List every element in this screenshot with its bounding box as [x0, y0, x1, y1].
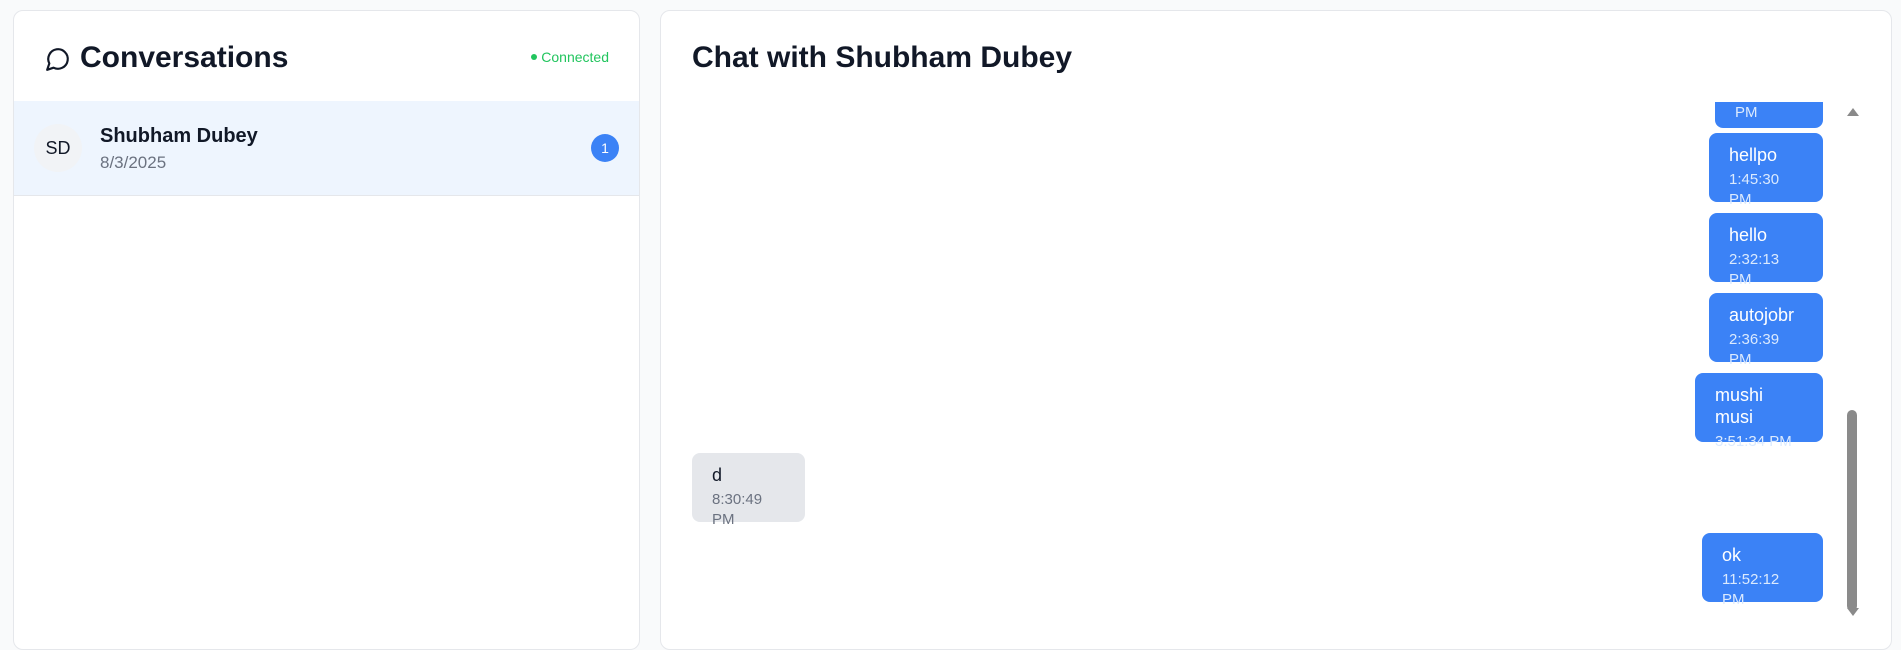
message-text: ok — [1722, 545, 1742, 565]
conversation-name: Shubham Dubey — [100, 125, 258, 147]
connection-status-label: Connected — [541, 49, 609, 65]
message-time: 3:51:34 PM — [1715, 433, 1792, 450]
connection-status: Connected — [531, 49, 609, 65]
message-bubble: hellpo 1:45:30 PM — [1709, 133, 1823, 208]
message-bubble: 1:45:21 PM — [1715, 102, 1823, 128]
message-list[interactable]: 1:45:21 PM hellpo 1:45:30 PM hello 2:32:… — [661, 102, 1871, 637]
message-time: 8:30:49 PM — [712, 491, 763, 528]
conversation-item[interactable]: SD Shubham Dubey 8/3/2025 1 — [14, 101, 639, 196]
chat-bubble-icon — [46, 48, 69, 71]
message-text: autojobr — [1729, 305, 1795, 325]
message-time: 1:45:30 PM — [1729, 171, 1780, 208]
message-time: 2:36:39 PM — [1729, 331, 1780, 368]
conversation-date: 8/3/2025 — [100, 153, 167, 172]
conversations-header: Conversations Connected — [14, 11, 639, 101]
avatar: SD — [34, 124, 82, 172]
message-time: 1:45:21 PM — [1735, 104, 1758, 121]
unread-badge: 1 — [591, 134, 619, 162]
conversations-title: Conversations — [80, 41, 289, 74]
scrollbar-thumb[interactable] — [1847, 410, 1857, 611]
message-bubble: mushi musi 3:51:34 PM — [1695, 373, 1823, 450]
message-scrollbar[interactable] — [1843, 102, 1861, 627]
message-time: 2:32:13 PM — [1729, 251, 1780, 288]
scroll-up-arrow-icon[interactable] — [1847, 108, 1859, 116]
message-text: mushi musi — [1715, 385, 1764, 427]
message-bubble: autojobr 2:36:39 PM — [1709, 293, 1823, 368]
conversations-panel: Conversations Connected SD Shubham Dubey… — [13, 10, 640, 650]
message-text: hellpo — [1729, 145, 1778, 165]
chat-panel: Chat with Shubham Dubey 1:45:21 PM hellp… — [660, 10, 1892, 650]
message-bubble: hello 2:32:13 PM — [1709, 213, 1823, 288]
status-dot-icon — [531, 54, 538, 61]
scroll-down-arrow-icon[interactable] — [1847, 608, 1859, 616]
message-bubble: ok 11:52:12 PM — [1702, 533, 1823, 608]
chat-title: Chat with Shubham Dubey — [692, 41, 1073, 74]
message-bubble: d 8:30:49 PM — [692, 453, 805, 528]
message-text: d — [712, 465, 723, 485]
message-time: 11:52:12 PM — [1722, 571, 1780, 608]
message-text: hello — [1729, 225, 1768, 245]
